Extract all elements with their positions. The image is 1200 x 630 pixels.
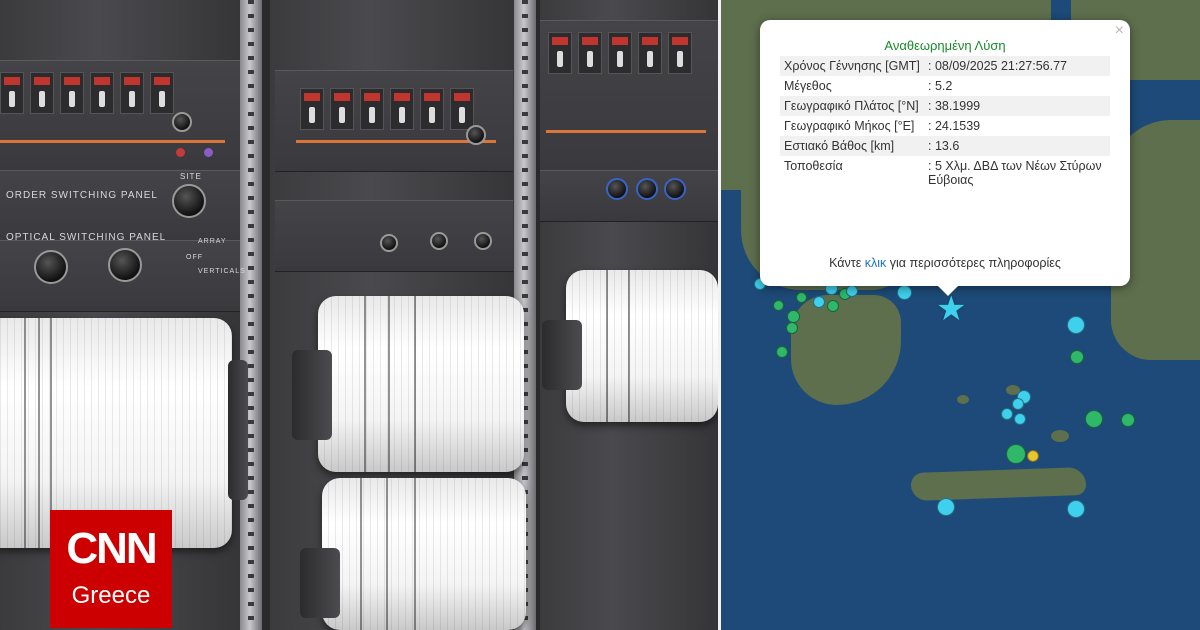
earthquake-marker[interactable] xyxy=(1001,408,1013,420)
panel-knob xyxy=(108,248,142,282)
panel-knob xyxy=(636,178,658,200)
event-details-table: Χρόνος Γέννησης [GMT] : 08/09/2025 21:27… xyxy=(780,56,1110,190)
earthquake-marker[interactable] xyxy=(787,310,800,323)
panel-knob xyxy=(34,250,68,284)
star-icon[interactable]: ★ xyxy=(936,292,966,326)
panel-knob xyxy=(172,112,192,132)
detail-value: : 38.1999 xyxy=(928,99,981,113)
seismograph-drum xyxy=(318,296,524,472)
footer-text: για περισσότερες πληροφορίες xyxy=(886,256,1061,270)
popup-footer: Κάντε κλικ για περισσότερες πληροφορίες xyxy=(780,256,1110,270)
popup-title: Αναθεωρημένη Λύση xyxy=(884,38,1006,53)
panel-knob xyxy=(664,178,686,200)
switch-row xyxy=(0,72,174,114)
panel-label: ORDER SWITCHING PANEL xyxy=(6,190,158,201)
logo-wordmark: CNN xyxy=(66,524,157,573)
indicator-strip xyxy=(296,140,496,143)
earthquake-marker[interactable] xyxy=(773,300,784,311)
indicator-led xyxy=(176,148,185,157)
seismograph-drum xyxy=(322,478,526,630)
more-info-link[interactable]: κλικ xyxy=(865,256,887,270)
indicator-strip xyxy=(0,140,225,143)
indicator-strip xyxy=(546,130,706,133)
panel-knob xyxy=(172,184,206,218)
earthquake-marker[interactable] xyxy=(776,346,788,358)
indicator-led xyxy=(204,148,213,157)
rack-rail xyxy=(240,0,262,630)
earthquake-marker[interactable] xyxy=(1070,350,1084,364)
control-panel xyxy=(540,170,718,222)
panel-knob xyxy=(474,232,492,250)
table-row: Γεωγραφικό Μήκος [°E] : 24.1539 xyxy=(780,116,1110,136)
table-row: Εστιακό Βάθος [km] : 13.6 xyxy=(780,136,1110,156)
table-row: Τοποθεσία : 5 Χλμ. ΔΒΔ των Νέων Στύρων Ε… xyxy=(780,156,1110,190)
earthquake-marker[interactable] xyxy=(796,292,807,303)
earthquake-marker[interactable] xyxy=(1067,316,1085,334)
earthquake-marker[interactable] xyxy=(846,285,858,297)
detail-value: : 5.2 xyxy=(928,79,953,93)
earthquake-marker[interactable] xyxy=(813,296,825,308)
panel-knob xyxy=(606,178,628,200)
earthquake-marker[interactable] xyxy=(1085,410,1103,428)
detail-value: : 13.6 xyxy=(928,139,960,153)
close-icon[interactable]: × xyxy=(1115,22,1124,40)
table-row: Χρόνος Γέννησης [GMT] : 08/09/2025 21:27… xyxy=(780,56,1110,76)
drum-end-cap xyxy=(228,360,248,500)
detail-label: Γεωγραφικό Πλάτος [°N] xyxy=(784,99,919,113)
detail-label: Χρόνος Γέννησης [GMT] xyxy=(784,59,920,73)
crete xyxy=(910,466,1087,502)
earthquake-marker[interactable] xyxy=(897,285,912,300)
earthquake-marker[interactable] xyxy=(937,498,955,516)
detail-value: : 08/09/2025 21:27:56.77 xyxy=(928,59,1068,73)
detail-label: Μέγεθος xyxy=(784,79,832,93)
panel-knob xyxy=(430,232,448,250)
panel-label: SITE xyxy=(180,172,202,181)
drum-end-cap xyxy=(292,350,332,440)
earthquake-marker[interactable] xyxy=(1121,413,1135,427)
earthquake-marker[interactable] xyxy=(1067,500,1085,518)
logo-edition: Greece xyxy=(71,582,151,609)
drum-end-cap xyxy=(300,548,340,618)
land-area xyxy=(791,295,901,405)
cnn-greece-logo: CNN Greece xyxy=(50,510,172,628)
seismograph-drum xyxy=(566,270,718,422)
panel-label: VERTICALS xyxy=(198,268,246,275)
earthquake-info-popup: × Αναθεωρημένη Λύση Χρόνος Γέννησης [GMT… xyxy=(760,20,1130,296)
island xyxy=(957,395,969,404)
earthquake-marker[interactable] xyxy=(1027,450,1039,462)
detail-value: : 5 Χλμ. ΔΒΔ των Νέων Στύρων Εύβοιας xyxy=(928,159,1102,187)
table-row: Γεωγραφικό Πλάτος [°N] : 38.1999 xyxy=(780,96,1110,116)
panel-knob xyxy=(466,125,486,145)
detail-label: Γεωγραφικό Μήκος [°E] xyxy=(784,119,915,133)
detail-value: : 24.1539 xyxy=(928,119,981,133)
panel-knob xyxy=(380,234,398,252)
earthquake-marker[interactable] xyxy=(1012,398,1024,410)
drum-end-cap xyxy=(542,320,582,390)
earthquake-marker[interactable] xyxy=(786,322,798,334)
panel-label: ARRAY xyxy=(198,238,227,245)
earthquake-marker[interactable] xyxy=(827,300,839,312)
earthquake-marker[interactable] xyxy=(1006,444,1026,464)
seismograph-photo: ORDER SWITCHING PANEL SITE OPTICAL SWITC… xyxy=(0,0,718,630)
switch-row xyxy=(300,88,474,130)
island xyxy=(1051,430,1069,442)
panel-label: OFF xyxy=(186,254,203,261)
switch-row xyxy=(548,32,692,74)
detail-label: Τοποθεσία xyxy=(784,159,843,173)
earthquake-marker[interactable] xyxy=(1014,413,1026,425)
detail-label: Εστιακό Βάθος [km] xyxy=(784,139,895,153)
footer-text: Κάντε xyxy=(829,256,865,270)
panel-label: OPTICAL SWITCHING PANEL xyxy=(6,232,167,243)
table-row: Μέγεθος : 5.2 xyxy=(780,76,1110,96)
